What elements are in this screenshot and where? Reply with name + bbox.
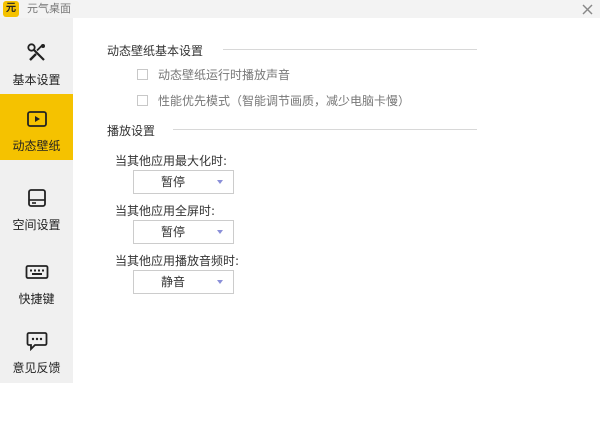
chevron-down-icon bbox=[217, 230, 223, 234]
setting-label-maximized: 当其他应用最大化时: bbox=[115, 154, 228, 168]
drive-icon bbox=[24, 187, 50, 209]
section-title-playback: 播放设置 bbox=[107, 124, 156, 138]
setting-label-audio: 当其他应用播放音频时: bbox=[115, 254, 240, 268]
play-icon bbox=[24, 108, 50, 130]
sidebar: 基本设置 动态壁纸 空间设置 快捷键 意见反馈 bbox=[0, 18, 73, 434]
dropdown-value: 暂停 bbox=[160, 175, 185, 189]
sidebar-item-live-wallpaper[interactable]: 动态壁纸 bbox=[0, 94, 73, 160]
close-icon bbox=[582, 4, 592, 14]
title-bar: 元 元气桌面 bbox=[0, 0, 600, 18]
sidebar-item-space-settings[interactable]: 空间设置 bbox=[0, 173, 73, 239]
sidebar-item-label: 快捷键 bbox=[18, 292, 55, 306]
checkbox-label: 性能优先模式（智能调节画质，减少电脑卡慢） bbox=[158, 93, 411, 108]
checkbox-box[interactable] bbox=[137, 94, 148, 106]
chevron-down-icon bbox=[217, 180, 223, 184]
sidebar-item-shortcuts[interactable]: 快捷键 bbox=[0, 247, 73, 313]
chevron-down-icon bbox=[217, 280, 223, 284]
keyboard-icon bbox=[24, 261, 50, 283]
dropdown-maximized[interactable]: 暂停 bbox=[133, 170, 234, 194]
sidebar-item-feedback[interactable]: 意见反馈 bbox=[0, 316, 73, 382]
section-divider bbox=[173, 129, 477, 130]
checkbox-play-sound[interactable]: 动态壁纸运行时播放声音 bbox=[137, 66, 290, 82]
sidebar-item-basic-settings[interactable]: 基本设置 bbox=[0, 28, 73, 94]
feedback-icon bbox=[24, 330, 50, 352]
dropdown-value: 暂停 bbox=[160, 225, 185, 239]
dropdown-fullscreen[interactable]: 暂停 bbox=[133, 220, 234, 244]
section-title-basic: 动态壁纸基本设置 bbox=[107, 44, 204, 58]
dropdown-audio[interactable]: 静音 bbox=[133, 270, 234, 294]
dropdown-value: 静音 bbox=[160, 275, 185, 289]
app-logo-icon: 元 bbox=[3, 1, 19, 17]
sidebar-footer bbox=[0, 383, 73, 434]
settings-panel: 动态壁纸基本设置 动态壁纸运行时播放声音 性能优先模式（智能调节画质，减少电脑卡… bbox=[73, 18, 600, 434]
checkbox-label: 动态壁纸运行时播放声音 bbox=[158, 67, 291, 82]
sidebar-item-label: 空间设置 bbox=[12, 218, 61, 232]
sidebar-item-label: 意见反馈 bbox=[12, 361, 61, 375]
section-divider bbox=[223, 49, 477, 50]
checkbox-box[interactable] bbox=[137, 68, 148, 80]
sidebar-item-label: 动态壁纸 bbox=[12, 139, 61, 153]
close-button[interactable] bbox=[578, 0, 596, 18]
sidebar-item-label: 基本设置 bbox=[12, 73, 61, 87]
tools-icon bbox=[24, 42, 50, 64]
window-title: 元气桌面 bbox=[27, 2, 71, 15]
setting-label-fullscreen: 当其他应用全屏时: bbox=[115, 204, 216, 218]
checkbox-performance-mode[interactable]: 性能优先模式（智能调节画质，减少电脑卡慢） bbox=[137, 92, 410, 108]
